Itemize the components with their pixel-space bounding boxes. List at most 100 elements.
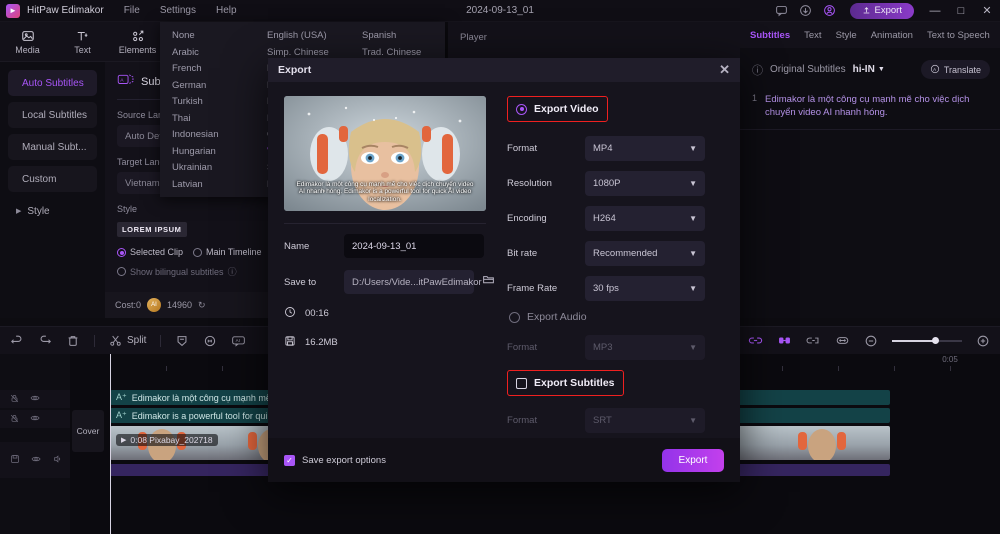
sidebar-item-local-subtitles[interactable]: Local Subtitles — [8, 102, 97, 128]
export-resolution-select[interactable]: 1080P ▼ — [585, 171, 706, 196]
menu-settings[interactable]: Settings — [160, 5, 196, 16]
track-lock-icon[interactable] — [10, 390, 19, 408]
playhead[interactable] — [110, 354, 111, 534]
sidebar-item-custom[interactable]: Custom — [8, 166, 97, 192]
track-eye-icon[interactable] — [30, 390, 40, 408]
lang-option-latvian[interactable]: Latvian — [172, 177, 255, 194]
export-encoding-row: Encoding H264 ▼ — [507, 206, 724, 231]
split-button[interactable]: Split — [109, 334, 146, 347]
chat-icon[interactable] — [770, 0, 794, 22]
zoom-in-icon[interactable] — [976, 334, 990, 348]
zoom-out-icon[interactable] — [864, 334, 878, 348]
fit-icon[interactable] — [835, 334, 850, 347]
info-circle-icon[interactable]: ⓘ — [752, 62, 763, 78]
clock-icon — [284, 306, 296, 321]
toolbar-divider — [94, 334, 95, 347]
sidebar-label-manual-subtitles: Manual Subt... — [22, 141, 87, 153]
info-icon[interactable]: ⓘ — [228, 265, 237, 278]
radio-main-timeline[interactable]: Main Timeline — [193, 247, 262, 257]
subtitle-text[interactable]: Edimakor là một công cụ mạnh mẽ cho việc… — [765, 93, 988, 119]
close-icon[interactable]: ✕ — [719, 62, 730, 78]
zoom-slider-track[interactable] — [892, 336, 962, 344]
account-icon[interactable] — [818, 0, 842, 22]
bilingual-row[interactable]: Show bilingual subtitles ⓘ — [117, 265, 266, 278]
export-resolution-row: Resolution 1080P ▼ — [507, 171, 724, 196]
zoom-slider-handle[interactable] — [932, 336, 939, 344]
lang-option-hungarian[interactable]: Hungarian — [172, 144, 255, 161]
tab-text[interactable]: Text — [804, 30, 821, 41]
export-subtitles-section-toggle[interactable]: Export Subtitles — [507, 370, 624, 396]
track-lock-icon-2[interactable] — [10, 410, 19, 428]
tab-subtitles[interactable]: Subtitles — [750, 30, 790, 41]
export-format-select[interactable]: MP4 ▼ — [585, 136, 706, 161]
export-audio-format-select[interactable]: MP3 ▼ — [585, 335, 706, 360]
lang-option-thai[interactable]: Thai — [172, 111, 255, 128]
window-maximize-button[interactable]: □ — [948, 0, 974, 22]
radio-selected-clip-label: Selected Clip — [130, 247, 184, 257]
export-video-section-toggle[interactable]: Export Video — [507, 96, 608, 122]
translate-icon: A — [930, 64, 940, 76]
folder-icon[interactable] — [482, 273, 495, 291]
lang-option-english-usa[interactable]: English (USA) — [267, 28, 350, 45]
menu-file[interactable]: File — [124, 5, 140, 16]
checkbox-save-export-options[interactable]: ✓ — [284, 454, 295, 466]
radio-selected-clip[interactable]: Selected Clip — [117, 247, 183, 257]
sidebar-item-auto-subtitles[interactable]: Auto Subtitles — [8, 70, 97, 96]
export-subtitles-format-row: Format SRT ▼ — [507, 408, 724, 433]
export-confirm-button[interactable]: Export — [662, 448, 724, 472]
lang-option-ukrainian[interactable]: Ukrainian — [172, 160, 255, 177]
redo-icon[interactable] — [38, 334, 52, 348]
track-eye-icon-3[interactable] — [31, 451, 41, 469]
export-saveto-input[interactable]: D:/Users/Vide...itPawEdimakor — [344, 270, 482, 294]
export-framerate-select[interactable]: 30 fps ▼ — [585, 276, 706, 301]
subtitle-list-item[interactable]: 1 Edimakor là một công cụ mạnh mẽ cho vi… — [740, 79, 1000, 130]
export-format-label: Format — [507, 143, 538, 154]
ai-icon[interactable]: AI — [231, 334, 246, 348]
bilingual-label: Show bilingual subtitles — [130, 266, 224, 277]
lang-option-spanish[interactable]: Spanish — [362, 28, 445, 45]
lang-option-none[interactable]: None — [172, 28, 255, 45]
export-bitrate-select[interactable]: Recommended ▼ — [585, 241, 706, 266]
window-minimize-button[interactable]: — — [922, 0, 948, 22]
cost-bar: Cost:0 AI 14960 ↻ — [105, 292, 278, 318]
link-icon[interactable] — [748, 334, 763, 347]
translate-button[interactable]: A Translate — [920, 60, 990, 79]
titlebar-export-button[interactable]: Export — [849, 2, 914, 19]
rail-item-media[interactable]: Media — [0, 28, 55, 55]
export-subtitles-format-label: Format — [507, 415, 538, 426]
export-name-input[interactable]: 2024-09-13_01 — [344, 234, 484, 258]
download-icon[interactable] — [794, 0, 818, 22]
track-eye-icon-2[interactable] — [30, 410, 40, 428]
export-subtitles-format-select[interactable]: SRT ▼ — [585, 408, 706, 433]
crop-icon[interactable] — [806, 334, 821, 347]
refresh-icon[interactable]: ↻ — [198, 300, 206, 311]
window-close-button[interactable]: ✕ — [974, 0, 1000, 22]
sidebar-item-style[interactable]: ▶ Style — [8, 198, 97, 224]
track-save-icon[interactable] — [10, 451, 20, 469]
speed-icon[interactable] — [777, 334, 792, 347]
style-preset[interactable]: LOREM IPSUM — [117, 222, 187, 237]
export-audio-section-toggle[interactable]: Export Audio — [509, 311, 724, 323]
tab-animation[interactable]: Animation — [871, 30, 913, 41]
rotate-icon[interactable] — [203, 334, 217, 348]
tab-style[interactable]: Style — [836, 30, 857, 41]
undo-icon[interactable] — [10, 334, 24, 348]
lang-option-turkish[interactable]: Turkish — [172, 94, 255, 111]
locale-select[interactable]: hi-IN ▼ — [853, 64, 885, 75]
lang-option-german[interactable]: German — [172, 78, 255, 95]
export-confirm-label: Export — [678, 454, 708, 466]
tab-text-to-speech[interactable]: Text to Speech — [927, 30, 990, 41]
track-mute-icon[interactable] — [52, 451, 62, 469]
zoom-slider[interactable] — [892, 336, 962, 344]
lang-option-french[interactable]: French — [172, 61, 255, 78]
lang-option-arabic[interactable]: Arabic — [172, 45, 255, 62]
cover-button[interactable]: Cover — [72, 410, 104, 452]
rail-item-elements[interactable]: Elements — [110, 28, 165, 55]
rail-item-text[interactable]: Text — [55, 28, 110, 55]
menu-help[interactable]: Help — [216, 5, 237, 16]
marker-icon[interactable] — [175, 334, 189, 348]
sidebar-item-manual-subtitles[interactable]: Manual Subt... — [8, 134, 97, 160]
trash-icon[interactable] — [66, 334, 80, 348]
lang-option-indonesian[interactable]: Indonesian — [172, 127, 255, 144]
export-encoding-select[interactable]: H264 ▼ — [585, 206, 706, 231]
